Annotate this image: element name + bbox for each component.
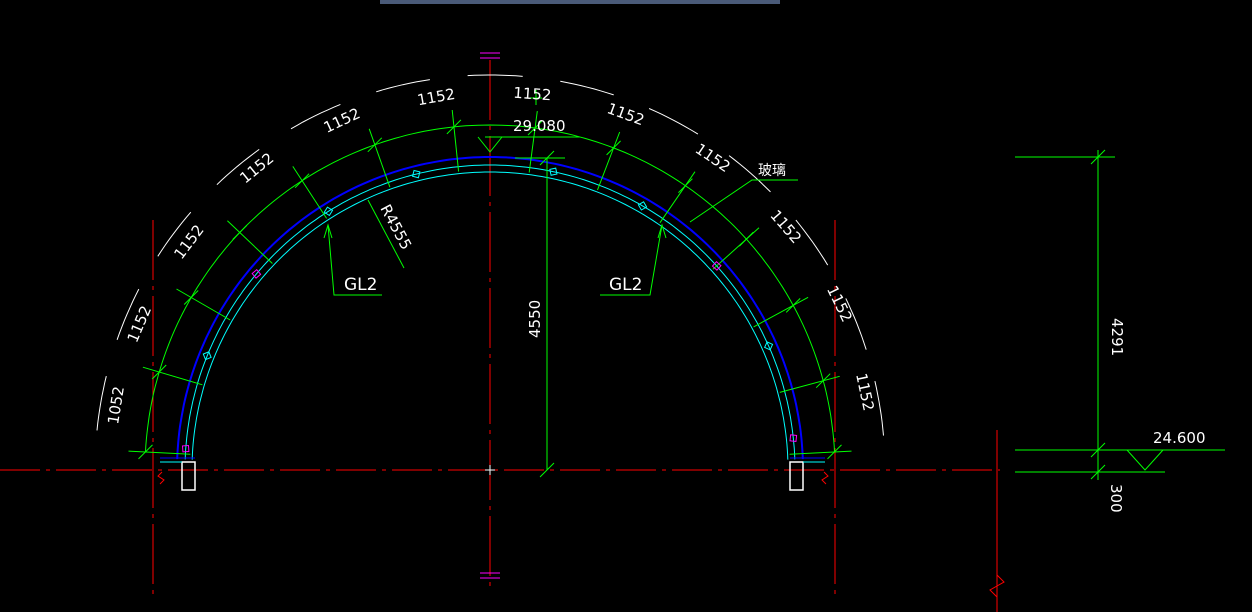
segment-tick (227, 220, 273, 264)
offset-bottom-label: 300 (1107, 484, 1125, 513)
segment-dim-9: 1152 (692, 140, 734, 176)
segment-tick (659, 171, 696, 224)
segment-arc-mark (795, 219, 829, 266)
segment-dim-11: 1152 (823, 283, 856, 325)
segment-dim-3: 1152 (170, 221, 207, 262)
segment-dim-12: 1152 (852, 371, 878, 412)
base-elevation-label: 24.600 (1153, 429, 1206, 447)
segment-tick (753, 296, 809, 328)
left-support (157, 457, 196, 491)
segment-arc-mark (648, 108, 699, 135)
title-bar (380, 0, 780, 4)
segment-tick (292, 166, 328, 219)
segment-dim-8: 1152 (605, 99, 647, 129)
cad-drawing-canvas[interactable]: 4550 29.080 4291 300 24.600 R4555 GL2 GL… (0, 0, 1252, 612)
segment-tick (789, 450, 852, 455)
segment-tick-slash (294, 173, 310, 189)
segment-tick (368, 128, 391, 188)
segment-dim-2: 1152 (124, 303, 155, 345)
segment-tick (451, 109, 460, 172)
segment-dim-1: 1052 (104, 385, 128, 426)
segment-dim-5: 1152 (321, 104, 363, 136)
right-height-label: 4291 (1108, 318, 1126, 356)
segment-arc-mark (560, 80, 614, 96)
top-elevation-label: 29.080 (513, 117, 566, 135)
segment-tick-slash (151, 364, 167, 380)
segment-dim-7: 1152 (513, 84, 552, 105)
base-elevation-marker (1126, 449, 1164, 471)
segment-tick-slash (606, 140, 621, 156)
segment-dim-6: 1152 (416, 85, 457, 109)
center-height-label: 4550 (526, 300, 544, 338)
right-support (789, 457, 829, 491)
segment-dim-10: 1152 (766, 206, 805, 247)
segment-tick-slash (367, 137, 383, 153)
segment-tick-slash (785, 298, 801, 313)
segment-tick-slash (678, 178, 693, 194)
segment-tick-slash (183, 290, 199, 305)
center-cross (485, 465, 495, 475)
segment-dim-4: 1152 (236, 149, 277, 187)
member-left-label: GL2 (344, 275, 377, 295)
segment-tick-slash (815, 373, 831, 389)
member-right-label: GL2 (609, 275, 642, 295)
segment-arc-mark (467, 74, 523, 77)
glass-label: 玻璃 (758, 162, 786, 179)
segment-tick (128, 450, 191, 455)
axis-lines (0, 60, 1000, 612)
